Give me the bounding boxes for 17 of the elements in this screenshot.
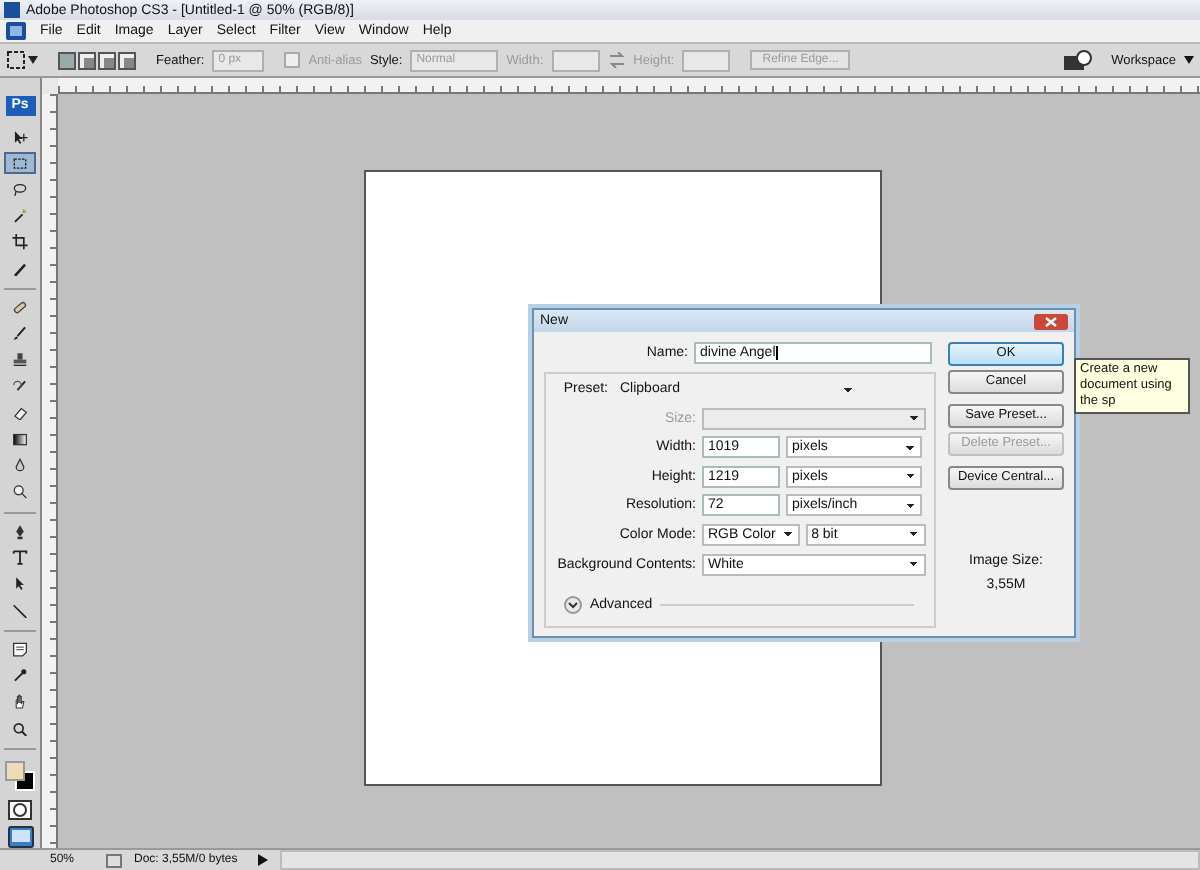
app-icon bbox=[4, 2, 20, 18]
height-field[interactable] bbox=[682, 49, 731, 71]
quick-mask-icon[interactable] bbox=[8, 799, 32, 820]
close-icon[interactable] bbox=[1034, 313, 1068, 329]
width-field[interactable] bbox=[551, 49, 600, 71]
screen-mode-icon[interactable] bbox=[7, 826, 33, 849]
app-logo-icon[interactable] bbox=[6, 22, 26, 40]
color-swatches-icon[interactable] bbox=[4, 760, 36, 792]
caret-icon[interactable] bbox=[1184, 56, 1194, 64]
expand-icon[interactable] bbox=[564, 596, 582, 615]
marquee-tool-icon[interactable] bbox=[4, 151, 36, 175]
caret-icon[interactable] bbox=[28, 56, 38, 64]
workspace-icon[interactable] bbox=[1063, 49, 1092, 71]
marquee-icon[interactable] bbox=[6, 50, 26, 70]
horizontal-scrollbar[interactable] bbox=[280, 850, 1200, 870]
ruler-corner bbox=[42, 78, 58, 94]
play-icon[interactable] bbox=[258, 854, 268, 866]
